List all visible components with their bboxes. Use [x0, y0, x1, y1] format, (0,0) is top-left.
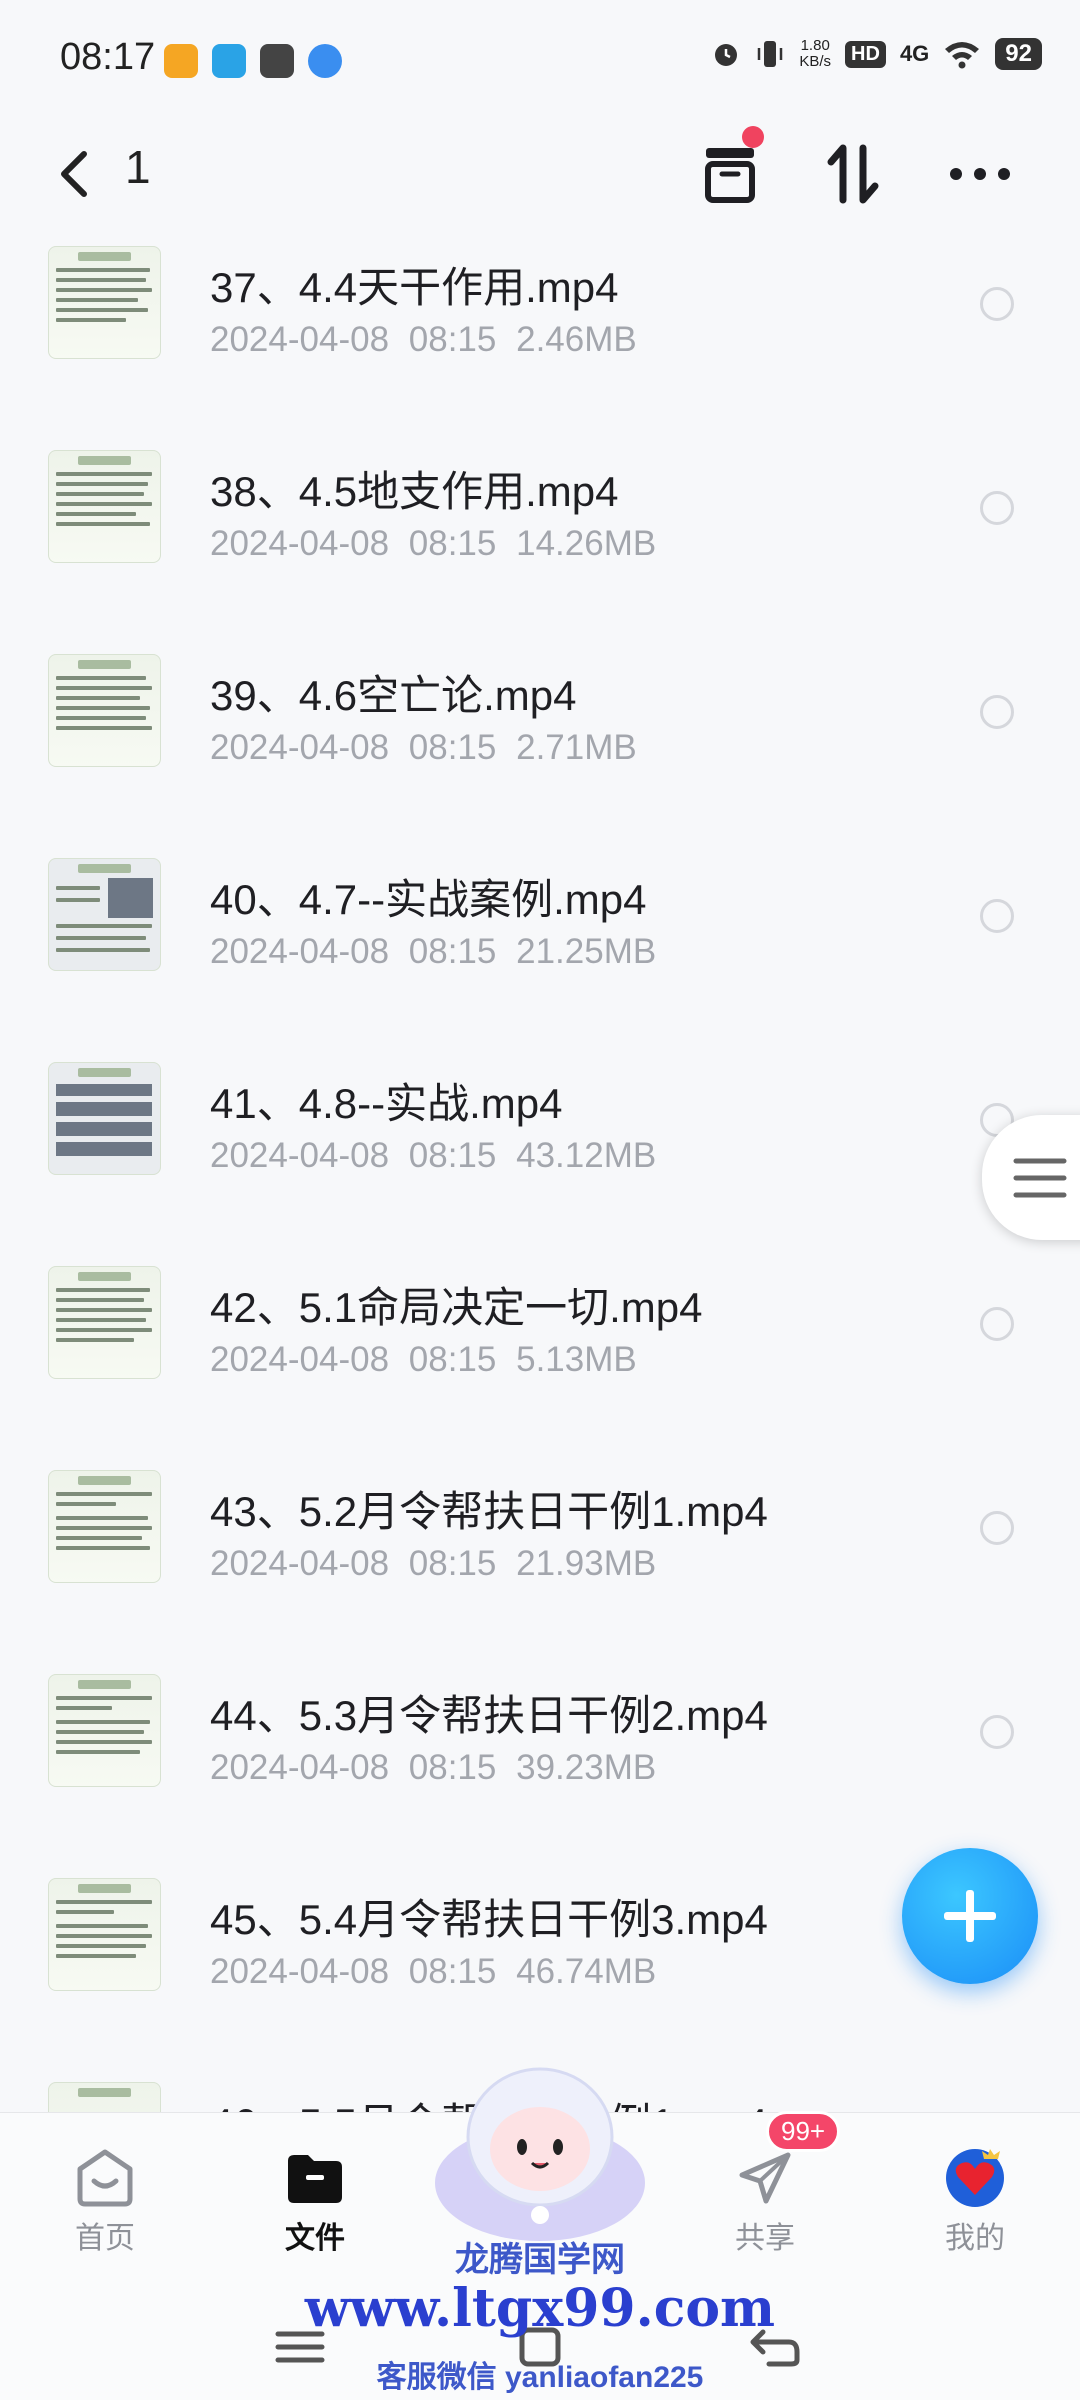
menu-lines-icon	[1013, 1158, 1067, 1198]
baidu-netdisk-icon	[308, 44, 342, 78]
video-thumbnail	[48, 858, 161, 971]
file-list: 37、4.4天干作用.mp4 2024-04-08 08:15 2.46MB 3…	[0, 232, 1080, 2112]
file-meta: 2024-04-08 08:15 43.12MB	[210, 1136, 657, 1175]
video-thumbnail	[48, 1878, 161, 1991]
status-app-icons	[164, 44, 342, 78]
battery-indicator: 92	[995, 38, 1042, 70]
add-button[interactable]	[902, 1848, 1038, 1984]
video-thumbnail	[48, 654, 161, 767]
video-thumbnail	[48, 2082, 161, 2112]
folder-title: 1	[125, 141, 151, 193]
file-row[interactable]: 38、4.5地支作用.mp4 2024-04-08 08:15 14.26MB	[0, 436, 1080, 640]
file-name: 38、4.5地支作用.mp4	[210, 468, 619, 515]
profile-icon	[946, 2149, 1004, 2207]
file-row[interactable]: 39、4.6空亡论.mp4 2024-04-08 08:15 2.71MB	[0, 640, 1080, 844]
network-type: 4G	[899, 41, 930, 66]
status-time: 08:17	[60, 36, 156, 78]
status-indicators: 1.80 KB/s HD 4G 92	[711, 38, 1042, 70]
file-row[interactable]: 41、4.8--实战.mp4 2024-04-08 08:15 43.12MB	[0, 1048, 1080, 1252]
file-name: 40、4.7--实战案例.mp4	[210, 876, 647, 923]
sort-icon	[827, 144, 879, 204]
back-button[interactable]	[50, 142, 110, 206]
file-row[interactable]: 44、5.3月令帮扶日干例2.mp4 2024-04-08 08:15 39.2…	[0, 1660, 1080, 1864]
mascot-icon	[435, 2067, 645, 2241]
video-thumbnail	[48, 1674, 161, 1787]
sort-button[interactable]	[815, 136, 891, 212]
file-name: 42、5.1命局决定一切.mp4	[210, 1284, 703, 1331]
file-name: 44、5.3月令帮扶日干例2.mp4	[210, 1692, 768, 1739]
watermark-site-name: 龙腾国学网	[455, 2241, 625, 2279]
file-row[interactable]: 43、5.2月令帮扶日干例1.mp4 2024-04-08 08:15 21.9…	[0, 1456, 1080, 1660]
file-meta: 2024-04-08 08:15 2.71MB	[210, 728, 637, 767]
file-name: 39、4.6空亡论.mp4	[210, 672, 577, 719]
file-name: 41、4.8--实战.mp4	[210, 1080, 563, 1127]
select-checkbox[interactable]	[980, 287, 1014, 321]
wifi-icon	[945, 42, 980, 69]
home-icon	[77, 2149, 133, 2207]
status-bar: 08:17 1.80 KB/s HD 4G 92	[0, 0, 1080, 120]
watermark-url: www.ltgx99.com	[304, 2278, 776, 2339]
gift-icon	[260, 44, 294, 78]
video-thumbnail	[48, 450, 161, 563]
hd-badge: HD	[845, 40, 886, 68]
share-icon	[739, 2152, 791, 2204]
file-meta: 2024-04-08 08:15 2.46MB	[210, 320, 637, 359]
alarm-icon	[715, 44, 738, 66]
file-name: 45、5.4月令帮扶日干例3.mp4	[210, 1896, 768, 1943]
select-checkbox[interactable]	[980, 1715, 1014, 1749]
more-icon	[950, 168, 1010, 180]
file-meta: 2024-04-08 08:15 39.23MB	[210, 1748, 657, 1787]
file-meta: 2024-04-08 08:15 14.26MB	[210, 524, 657, 563]
notification-dot	[742, 126, 764, 148]
file-row[interactable]: 40、4.7--实战案例.mp4 2024-04-08 08:15 21.25M…	[0, 844, 1080, 1048]
select-checkbox[interactable]	[980, 1307, 1014, 1341]
file-meta: 2024-04-08 08:15 5.13MB	[210, 1340, 637, 1379]
file-name: 37、4.4天干作用.mp4	[210, 264, 619, 311]
video-thumbnail	[48, 1266, 161, 1379]
mascot-button[interactable]	[430, 2055, 650, 2245]
file-meta: 2024-04-08 08:15 46.74MB	[210, 1952, 657, 1991]
video-thumbnail	[48, 246, 161, 359]
select-checkbox[interactable]	[980, 1511, 1014, 1545]
video-thumbnail	[48, 1062, 161, 1175]
file-meta: 2024-04-08 08:15 21.93MB	[210, 1544, 657, 1583]
archive-button[interactable]	[692, 126, 768, 212]
folder-icon	[288, 2155, 342, 2203]
more-button[interactable]	[942, 136, 1018, 212]
file-row[interactable]: 37、4.4天干作用.mp4 2024-04-08 08:15 2.46MB	[0, 232, 1080, 436]
select-checkbox[interactable]	[980, 491, 1014, 525]
vibrate-icon	[758, 41, 783, 67]
select-checkbox[interactable]	[980, 899, 1014, 933]
notification-badge: 99+	[766, 2111, 841, 2152]
select-checkbox[interactable]	[980, 695, 1014, 729]
back-icon	[61, 151, 87, 197]
watermark-contact: 客服微信 yanliaofan225	[376, 2361, 704, 2394]
net-speed: 1.80 KB/s	[799, 37, 832, 70]
file-name: 43、5.2月令帮扶日干例1.mp4	[210, 1488, 768, 1535]
video-thumbnail	[48, 1470, 161, 1583]
telegram-icon	[212, 44, 246, 78]
weibo-icon	[164, 44, 198, 78]
top-toolbar: 1	[0, 120, 1080, 230]
file-meta: 2024-04-08 08:15 21.25MB	[210, 932, 657, 971]
file-row[interactable]: 42、5.1命局决定一切.mp4 2024-04-08 08:15 5.13MB	[0, 1252, 1080, 1456]
